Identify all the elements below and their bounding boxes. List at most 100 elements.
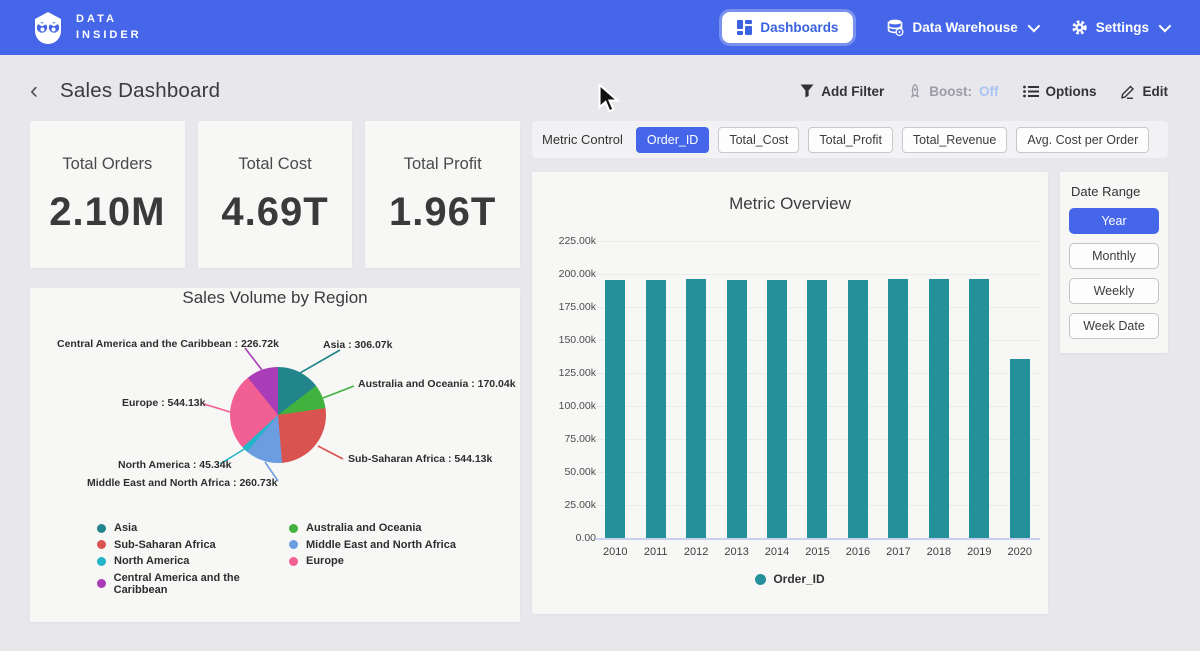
bar-slot xyxy=(716,241,756,538)
add-filter-button[interactable]: Add Filter xyxy=(800,84,884,99)
bar-2012 xyxy=(686,279,706,538)
metric-option-total-revenue[interactable]: Total_Revenue xyxy=(902,127,1007,153)
metric-option-avg-cost-per-order[interactable]: Avg. Cost per Order xyxy=(1016,127,1149,153)
date-range-option-year[interactable]: Year xyxy=(1069,208,1159,234)
date-range-option-weekly[interactable]: Weekly xyxy=(1069,278,1159,304)
page-title: Sales Dashboard xyxy=(60,79,220,103)
bar-chart-x-axis: 2010201120122013201420152016201720182019… xyxy=(595,546,1040,558)
x-axis-tick: 2020 xyxy=(1000,546,1040,558)
pie-legend-column: Australia and Oceania Middle East and Nor… xyxy=(289,522,456,596)
kpi-value: 2.10M xyxy=(49,190,165,235)
legend-dot xyxy=(97,540,106,549)
date-range-option-monthly[interactable]: Monthly xyxy=(1069,243,1159,269)
nav-settings[interactable]: Settings xyxy=(1071,19,1168,36)
pie-callout-line xyxy=(323,386,354,398)
bar-2019 xyxy=(969,279,989,538)
legend-dot xyxy=(289,557,298,566)
nav-settings-label: Settings xyxy=(1096,20,1149,35)
kpi-label: Total Orders xyxy=(62,155,152,174)
database-icon xyxy=(887,19,904,36)
bar-2016 xyxy=(848,280,868,538)
legend-dot xyxy=(97,579,106,588)
metric-option-total-cost[interactable]: Total_Cost xyxy=(718,127,799,153)
legend-dot xyxy=(97,557,106,566)
chevron-down-icon xyxy=(1027,20,1040,33)
bar-2011 xyxy=(646,280,666,538)
pencil-icon xyxy=(1121,84,1136,99)
pie-callout-label: Sub-Saharan Africa : 544.13k xyxy=(348,453,492,465)
bar-slot xyxy=(838,241,878,538)
bar-2010 xyxy=(605,280,625,538)
options-button[interactable]: Options xyxy=(1023,84,1097,99)
bar-slot xyxy=(757,241,797,538)
bar-slot xyxy=(1000,241,1040,538)
x-axis-tick: 2017 xyxy=(878,546,918,558)
dashboards-grid-icon xyxy=(737,20,752,35)
bar-2018 xyxy=(929,279,949,538)
options-list-icon xyxy=(1023,85,1039,98)
pie-callout-label: Central America and the Caribbean : 226.… xyxy=(57,338,279,350)
kpi-card-total-cost: Total Cost 4.69T xyxy=(198,121,353,268)
x-axis-tick: 2016 xyxy=(838,546,878,558)
bar-slot xyxy=(635,241,675,538)
pie-legend-label: Sub-Saharan Africa xyxy=(114,539,216,551)
x-axis-tick: 2014 xyxy=(757,546,797,558)
y-axis-tick: 0.00 xyxy=(576,532,596,544)
top-navbar: DATA INSIDER Dashboards Data Warehouse xyxy=(0,0,1200,55)
pie-legend-column: AsiaSub-Saharan AfricaNorth AmericaCentr… xyxy=(97,522,289,596)
x-axis-tick: 2012 xyxy=(676,546,716,558)
y-axis-tick: 150.00k xyxy=(559,334,596,346)
pie-callout-label: Middle East and North Africa : 260.73k xyxy=(87,477,277,489)
x-axis-tick: 2013 xyxy=(716,546,756,558)
edit-button[interactable]: Edit xyxy=(1121,84,1169,99)
gridline xyxy=(595,538,1040,540)
pie-legend: AsiaSub-Saharan AfricaNorth AmericaCentr… xyxy=(97,522,520,596)
nav-data-warehouse[interactable]: Data Warehouse xyxy=(887,19,1036,36)
pie-legend-label: Asia xyxy=(114,522,137,534)
pie-legend-label: Australia and Oceania xyxy=(306,522,422,534)
kpi-label: Total Cost xyxy=(238,155,311,174)
bar-slot xyxy=(595,241,635,538)
brand-logo[interactable]: DATA INSIDER xyxy=(30,10,142,46)
kpi-card-total-profit: Total Profit 1.96T xyxy=(365,121,520,268)
filter-funnel-icon xyxy=(800,84,814,98)
pie-legend-label: Middle East and North Africa xyxy=(306,539,456,551)
bar-chart-card: Metric Overview 0.0025.00k50.00k75.00k10… xyxy=(532,172,1048,614)
pie-callout-line xyxy=(300,350,340,373)
y-axis-tick: 25.00k xyxy=(564,499,596,511)
y-axis-tick: 75.00k xyxy=(564,433,596,445)
metric-control-bar: Metric Control Order_IDTotal_CostTotal_P… xyxy=(532,121,1168,158)
date-range-label: Date Range xyxy=(1071,184,1159,199)
legend-dot xyxy=(289,540,298,549)
kpi-row: Total Orders 2.10M Total Cost 4.69T Tota… xyxy=(30,121,520,268)
y-axis-tick: 175.00k xyxy=(559,301,596,313)
date-range-option-week-date[interactable]: Week Date xyxy=(1069,313,1159,339)
x-axis-tick: 2010 xyxy=(595,546,635,558)
pie-chart-area: Asia : 306.07kAustralia and Oceania : 17… xyxy=(30,312,520,518)
kpi-label: Total Profit xyxy=(404,155,482,174)
owl-logo-icon xyxy=(30,10,66,46)
gear-icon xyxy=(1071,19,1088,36)
boost-label: Boost: xyxy=(929,84,972,99)
pie-legend-label: Central America and the Caribbean xyxy=(114,572,289,596)
legend-dot xyxy=(289,524,298,533)
brand-name: DATA INSIDER xyxy=(76,12,142,44)
chevron-down-icon xyxy=(1159,20,1172,33)
y-axis-tick: 200.00k xyxy=(559,268,596,280)
nav-dashboards-label: Dashboards xyxy=(760,20,838,35)
metric-option-order-id[interactable]: Order_ID xyxy=(636,127,709,153)
pie-callout-line xyxy=(245,348,262,370)
pie-legend-item: Sub-Saharan Africa xyxy=(97,539,289,551)
kpi-value: 4.69T xyxy=(221,190,328,235)
boost-toggle[interactable]: Boost: Off xyxy=(908,84,998,99)
x-axis-tick: 2011 xyxy=(635,546,675,558)
y-axis-tick: 225.00k xyxy=(559,235,596,247)
bar-slot xyxy=(797,241,837,538)
pie-legend-label: Europe xyxy=(306,555,344,567)
bar-chart-title: Metric Overview xyxy=(532,194,1048,214)
back-button[interactable]: ‹ xyxy=(30,79,38,103)
bar-chart-plot xyxy=(595,241,1040,538)
nav-dashboards[interactable]: Dashboards xyxy=(722,12,853,43)
metric-option-total-profit[interactable]: Total_Profit xyxy=(808,127,893,153)
nav-data-warehouse-label: Data Warehouse xyxy=(912,20,1017,35)
